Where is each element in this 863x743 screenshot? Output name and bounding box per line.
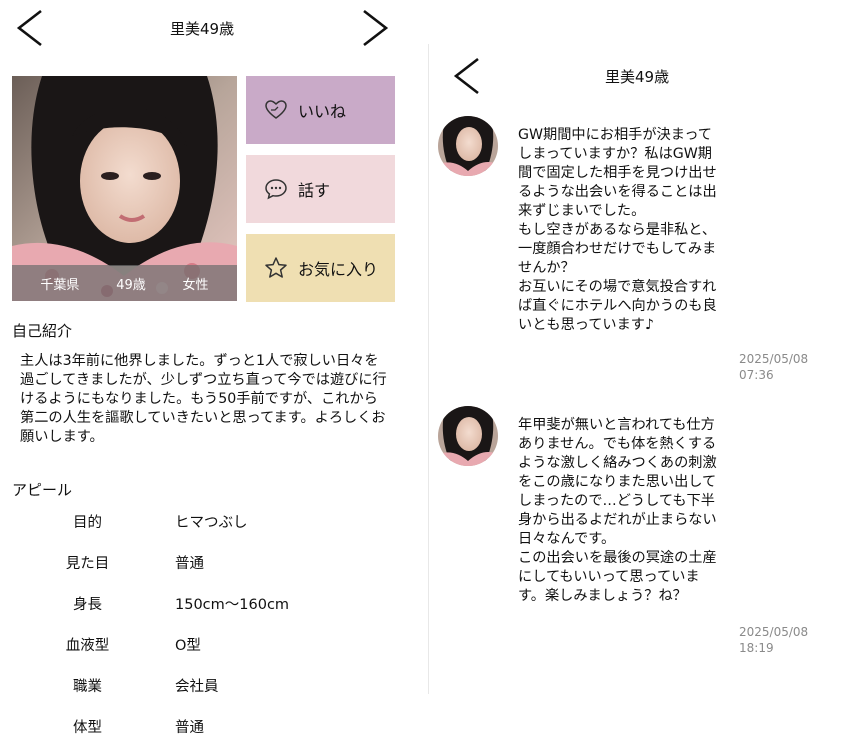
spec-value: 会社員: [175, 679, 219, 695]
profile-title: 里美49歳: [170, 20, 235, 38]
favorite-button[interactable]: お気に入り: [246, 234, 395, 302]
back-arrow-icon[interactable]: [14, 8, 46, 48]
spec-key: 身長: [73, 597, 102, 613]
spec-key: 目的: [73, 515, 102, 531]
favorite-button-label: お気に入り: [298, 260, 379, 279]
message-timestamp: 2025/05/08 18:19: [739, 625, 809, 655]
prefecture-label: 千葉県: [40, 277, 80, 293]
avatar[interactable]: [438, 406, 498, 466]
avatar-image: [438, 116, 498, 176]
spec-value: 普通: [175, 720, 204, 736]
spec-row-occupation: 職業 会社員: [0, 675, 400, 705]
spec-key: 体型: [73, 720, 102, 736]
star-icon: [264, 256, 288, 280]
spec-row-height: 身長 150cm〜160cm: [0, 593, 400, 623]
message-text: GW期間中にお相手が決まってしまっていますか？私はGW期間で固定した相手を見つけ…: [518, 127, 717, 333]
like-button-label: いいね: [298, 102, 347, 121]
profile-panel: 里美49歳 千葉県 49歳 女性 いいね 話す お気に入り 自己紹介 主人は3年…: [0, 0, 410, 743]
avatar-image: [438, 406, 498, 466]
profile-photo[interactable]: 千葉県 49歳 女性: [12, 76, 237, 301]
chat-panel: 里美49歳 GW期間中にお相手が決まってしまっていますか？私はGW期間で固定した…: [428, 44, 863, 694]
spec-value: ヒマつぶし: [175, 515, 248, 531]
talk-button[interactable]: 話す: [246, 155, 395, 223]
forward-arrow-icon[interactable]: [359, 8, 391, 48]
spec-row-blood-type: 血液型 O型: [0, 634, 400, 664]
spec-row-purpose: 目的 ヒマつぶし: [0, 511, 400, 541]
speech-bubble-icon: [264, 177, 288, 201]
intro-text: 主人は3年前に他界しました。ずっと1人で寂しい日々を過ごしてきましたが、少しずつ…: [20, 353, 387, 445]
appeal-heading: アピール: [12, 481, 73, 499]
spec-key: 見た目: [65, 556, 110, 572]
spec-key: 血液型: [65, 638, 110, 654]
spec-value: 普通: [175, 556, 204, 572]
heart-hand-icon: [264, 98, 288, 122]
spec-value: 150cm〜160cm: [175, 597, 290, 613]
intro-heading: 自己紹介: [12, 322, 73, 340]
spec-row-appearance: 見た目 普通: [0, 552, 400, 582]
talk-button-label: 話す: [298, 181, 331, 200]
spec-value: O型: [175, 638, 201, 654]
chat-title: 里美49歳: [605, 68, 670, 86]
avatar[interactable]: [438, 116, 498, 176]
gender-label: 女性: [182, 277, 209, 293]
chat-back-arrow-icon[interactable]: [451, 56, 483, 96]
profile-photo-caption: 千葉県 49歳 女性: [12, 265, 237, 301]
spec-row-body-type: 体型 普通: [0, 716, 400, 743]
message-text: 年甲斐が無いと言われても仕方ありません。でも体を熱くするような激しく絡みつくあの…: [518, 417, 717, 604]
spec-key: 職業: [73, 679, 102, 695]
message-timestamp: 2025/05/08 07:36: [739, 352, 809, 382]
like-button[interactable]: いいね: [246, 76, 395, 144]
age-label: 49歳: [116, 277, 146, 293]
